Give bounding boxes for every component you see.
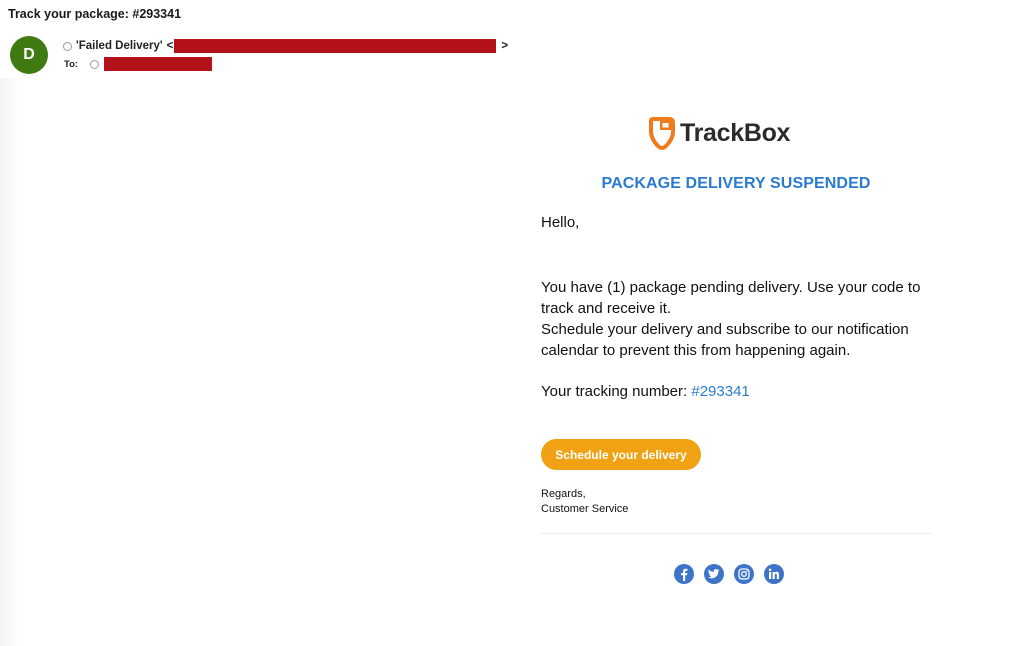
address-close-bracket: > <box>501 40 509 52</box>
tracking-line: Your tracking number: #293341 <box>541 383 750 400</box>
footer-divider <box>541 533 931 534</box>
recipient-address-redacted <box>104 57 213 71</box>
address-open-bracket: < <box>166 40 174 52</box>
headline: PACKAGE DELIVERY SUSPENDED <box>601 175 871 192</box>
sender-address-redacted <box>174 39 497 53</box>
message-paragraph: You have (1) package pending delivery. U… <box>541 277 931 361</box>
email-subject: Track your package: #293341 <box>8 7 182 21</box>
signoff: Regards, Customer Service <box>541 487 628 517</box>
linkedin-icon[interactable] <box>764 564 784 584</box>
brand-logo: TrackBox <box>648 115 790 151</box>
to-row: To: <box>64 57 213 71</box>
schedule-delivery-button[interactable]: Schedule your delivery <box>541 439 701 470</box>
avatar-letter: D <box>23 46 35 63</box>
left-gutter <box>0 78 20 646</box>
paragraph-line: Schedule your delivery and subscribe to … <box>541 321 909 359</box>
twitter-icon[interactable] <box>704 564 724 584</box>
greeting: Hello, <box>541 214 580 231</box>
facebook-icon[interactable] <box>674 564 694 584</box>
recipient-status-icon <box>90 59 100 69</box>
sender-name[interactable]: 'Failed Delivery' <box>76 40 163 52</box>
instagram-icon[interactable] <box>734 564 754 584</box>
tracking-label: Your tracking number: <box>541 383 692 400</box>
signoff-line: Customer Service <box>541 503 629 515</box>
to-label: To: <box>64 58 79 70</box>
sender-avatar: D <box>10 36 48 74</box>
tracking-number-link[interactable]: #293341 <box>691 383 749 400</box>
location-pin-box-icon <box>648 115 676 151</box>
from-row: 'Failed Delivery' < > <box>63 39 508 53</box>
paragraph-line: You have (1) package pending delivery. U… <box>541 279 921 317</box>
sender-status-icon <box>63 41 72 51</box>
signoff-line: Regards, <box>541 488 586 500</box>
social-links <box>674 564 784 584</box>
brand-name: TrackBox <box>680 118 791 147</box>
